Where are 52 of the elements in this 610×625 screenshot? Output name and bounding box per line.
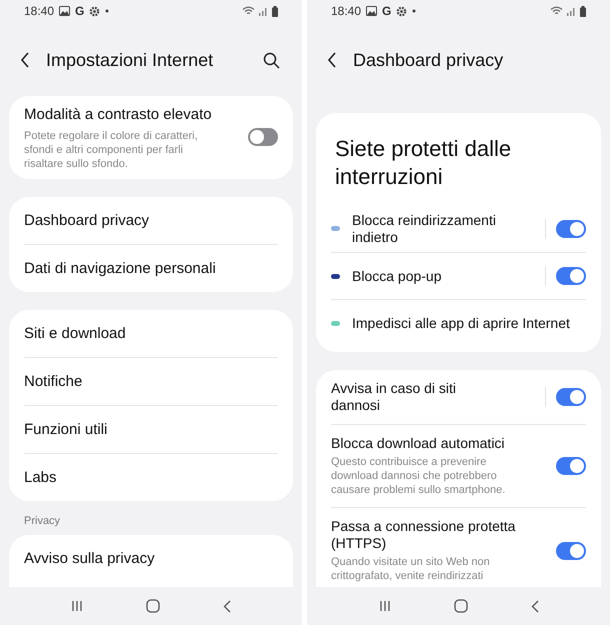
menu-item[interactable]: Dashboard privacy	[24, 196, 278, 244]
battery-icon	[580, 6, 586, 16]
dot-icon	[105, 9, 110, 13]
home-icon[interactable]	[146, 599, 160, 613]
dot-icon	[412, 9, 416, 13]
google-icon: G	[382, 2, 392, 20]
recents-icon[interactable]	[378, 600, 390, 612]
back-icon[interactable]	[222, 600, 231, 612]
toggle-switch[interactable]	[556, 388, 586, 406]
setting-label[interactable]: Avvisa in caso di siti dannosi	[331, 380, 505, 414]
recents-icon[interactable]	[71, 600, 84, 612]
menu-item[interactable]: Avviso sulla privacy	[24, 535, 278, 582]
clock: 18:40	[331, 3, 362, 20]
setting-description: Potete regolare il colore di caratteri, sfondi e altri componenti per farli risaltare sullo sfondo.	[24, 128, 199, 170]
gear-icon	[89, 6, 100, 16]
section-heading: Privacy	[23, 514, 62, 528]
card-heading: Siete protetti dalle interruzioni	[334, 135, 512, 191]
signal-icon	[259, 6, 268, 16]
toggle-switch[interactable]	[556, 220, 586, 238]
signal-icon	[567, 6, 576, 16]
setting-label[interactable]: Passa a connessione protetta (HTTPS)	[331, 518, 516, 552]
menu-item[interactable]: Notifiche	[24, 358, 278, 404]
setting-description: Questo contribuisce a prevenire download dannosi che potrebbero causare problemi sullo smartphone.	[331, 455, 506, 497]
protection-label[interactable]: Blocca pop-up	[352, 268, 533, 284]
back-icon[interactable]	[20, 52, 30, 68]
home-icon[interactable]	[454, 599, 468, 613]
setting-description: Quando visitate un sito Web non crittografato, venite reindirizzati	[331, 555, 491, 583]
image-icon	[366, 6, 378, 16]
menu-item[interactable]: Dati di navigazione personali	[24, 244, 278, 292]
protection-label[interactable]: Impedisci alle app di aprire Internet	[352, 314, 586, 332]
setting-label[interactable]: Blocca download automatici	[331, 435, 516, 452]
wifi-icon	[242, 6, 255, 16]
gear-icon	[396, 6, 408, 16]
back-icon[interactable]	[530, 600, 538, 612]
protection-label[interactable]: Blocca reindirizzamenti indietro	[352, 212, 533, 246]
google-icon: G	[75, 2, 84, 20]
toggle-switch[interactable]	[556, 542, 586, 560]
toggle-switch[interactable]	[556, 267, 586, 285]
setting-label[interactable]: Modalità a contrasto elevato	[24, 104, 218, 126]
wifi-icon	[550, 6, 563, 16]
menu-item[interactable]: Funzioni utili	[24, 406, 278, 452]
image-icon	[59, 6, 70, 16]
page-title: Impostazioni Internet	[46, 48, 214, 72]
search-icon[interactable]	[263, 52, 280, 68]
toggle-switch[interactable]	[556, 457, 586, 475]
menu-item[interactable]: Labs	[24, 454, 278, 500]
back-icon[interactable]	[327, 52, 337, 68]
toggle-switch[interactable]	[248, 128, 278, 146]
page-title: Dashboard privacy	[353, 48, 504, 72]
menu-item[interactable]: Siti e download	[24, 310, 278, 356]
clock: 18:40	[24, 3, 54, 20]
battery-icon	[272, 6, 278, 16]
